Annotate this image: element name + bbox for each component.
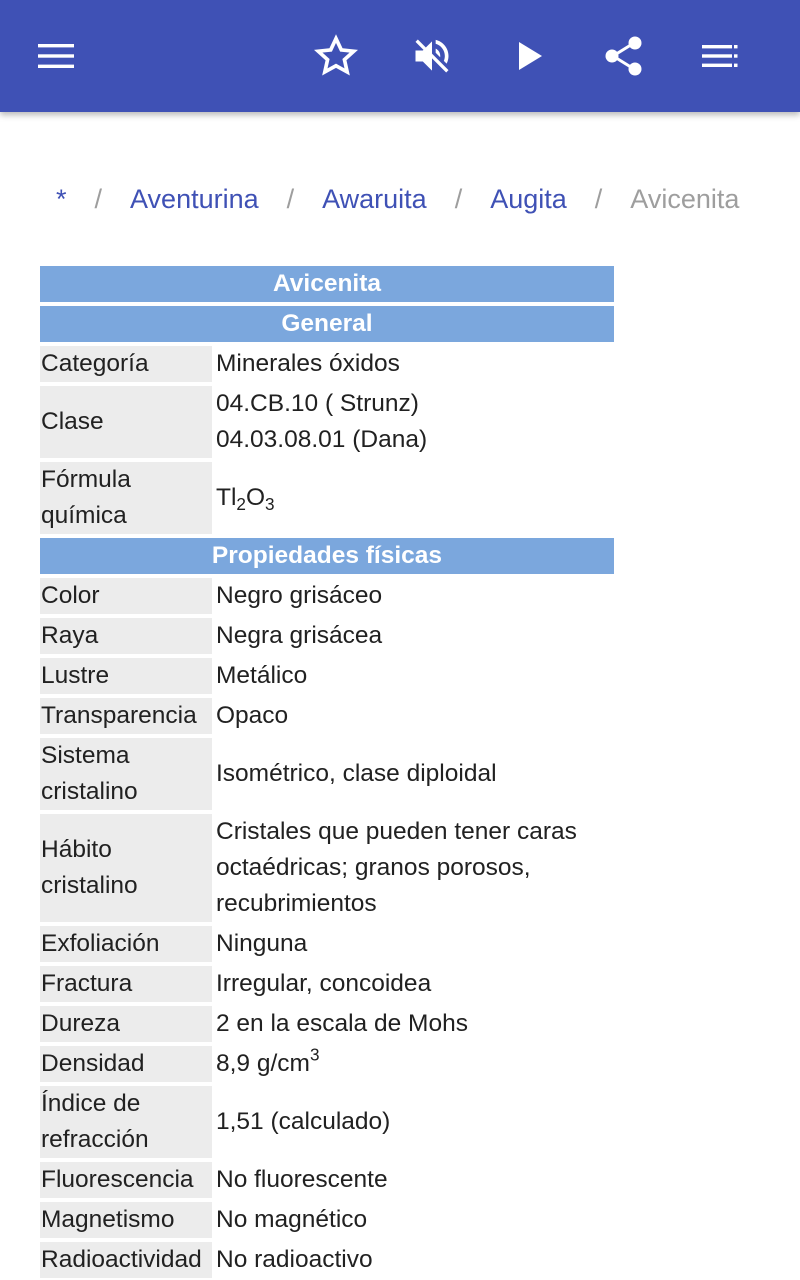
- table-row: Índice de refracción 1,51 (calculado): [40, 1086, 614, 1158]
- breadcrumb: * / Aventurina / Awaruita / Augita / Avi…: [40, 176, 760, 222]
- favorite-button[interactable]: [308, 28, 364, 84]
- table-row: Sistema cristalino Isométrico, clase dip…: [40, 738, 614, 810]
- table-row: Raya Negra grisácea: [40, 618, 614, 654]
- table-row: Dureza 2 en la escala de Mohs: [40, 1006, 614, 1042]
- section-header-row: Propiedades físicas: [40, 538, 614, 574]
- row-label: Fórmula química: [40, 462, 212, 534]
- row-label: Hábito cristalino: [40, 814, 212, 922]
- play-icon: [515, 40, 545, 72]
- row-value: Irregular, concoidea: [216, 970, 432, 997]
- table-row: Categoría Minerales óxidos: [40, 346, 614, 382]
- clase-strunz: 04.CB.10 ( Strunz): [216, 390, 419, 417]
- row-value: No magnético: [216, 1206, 368, 1233]
- table-row: Hábito cristalino Cristales que pueden t…: [40, 814, 614, 922]
- app-bar: [0, 0, 800, 112]
- breadcrumb-separator: /: [454, 183, 463, 214]
- table-row: Lustre Metálico: [40, 658, 614, 694]
- row-label: Clase: [40, 386, 212, 458]
- row-value: 1,51 (calculado): [216, 1108, 391, 1135]
- row-value: Negro grisáceo: [216, 582, 383, 609]
- star-outline-icon: [314, 34, 358, 78]
- row-value: 8,9 g/cm3: [214, 1046, 614, 1082]
- breadcrumb-item-awaruita[interactable]: Awaruita: [322, 184, 427, 215]
- formula-subscript: 2: [236, 494, 246, 515]
- formula-element: Tl: [216, 484, 237, 511]
- section-header-general: General: [40, 306, 614, 342]
- row-label: Exfoliación: [40, 926, 212, 962]
- formula-subscript: 3: [265, 494, 275, 515]
- breadcrumb-separator: /: [594, 183, 603, 214]
- chemical-formula: Tl2O3: [214, 462, 614, 534]
- infobox-title-row: Avicenita: [40, 266, 614, 302]
- formula-element: O: [245, 484, 266, 511]
- table-row: Densidad 8,9 g/cm3: [40, 1046, 614, 1082]
- breadcrumb-item-augita[interactable]: Augita: [490, 184, 567, 215]
- density-unit-exponent: 3: [309, 1044, 320, 1065]
- row-label: Fractura: [40, 966, 212, 1002]
- table-row: Fluorescencia No fluorescente: [40, 1162, 614, 1198]
- table-row: Color Negro grisáceo: [40, 578, 614, 614]
- row-value: Minerales óxidos: [216, 350, 400, 377]
- breadcrumb-separator: /: [286, 183, 295, 214]
- row-label: Transparencia: [40, 698, 212, 734]
- breadcrumb-item-aventurina[interactable]: Aventurina: [130, 184, 259, 215]
- row-label: Sistema cristalino: [40, 738, 212, 810]
- density-value: 8,9 g/cm: [216, 1050, 310, 1077]
- table-row: Clase 04.CB.10 ( Strunz) 04.03.08.01 (Da…: [40, 386, 614, 458]
- list-icon: [700, 41, 740, 71]
- breadcrumb-current: Avicenita: [630, 183, 740, 214]
- section-header-row: General: [40, 306, 614, 342]
- row-value: 04.CB.10 ( Strunz) 04.03.08.01 (Dana): [214, 386, 614, 458]
- hamburger-menu-icon: [36, 41, 76, 71]
- breadcrumb-separator: /: [94, 183, 103, 214]
- volume-off-icon: [410, 34, 454, 78]
- play-button[interactable]: [502, 28, 558, 84]
- share-icon: [602, 34, 646, 78]
- row-label: Raya: [40, 618, 212, 654]
- row-value: No radioactivo: [216, 1246, 373, 1273]
- mute-button[interactable]: [404, 28, 460, 84]
- row-value: No fluorescente: [216, 1166, 388, 1193]
- row-value: Metálico: [216, 662, 308, 689]
- breadcrumb-item-home[interactable]: *: [40, 184, 67, 215]
- table-row: Transparencia Opaco: [40, 698, 614, 734]
- table-row: Fractura Irregular, concoidea: [40, 966, 614, 1002]
- table-row: Radioactividad No radioactivo: [40, 1242, 614, 1278]
- table-row: Exfoliación Ninguna: [40, 926, 614, 962]
- clase-dana: 04.03.08.01 (Dana): [216, 426, 428, 453]
- row-label: Índice de refracción: [40, 1086, 212, 1158]
- mineral-infobox: Avicenita General Categoría Minerales óx…: [38, 262, 616, 1280]
- row-label: Magnetismo: [40, 1202, 212, 1238]
- infobox-title: Avicenita: [40, 266, 614, 302]
- row-label: Lustre: [40, 658, 212, 694]
- row-label: Radioactividad: [40, 1242, 212, 1278]
- table-row: Magnetismo No magnético: [40, 1202, 614, 1238]
- row-value: Negra grisácea: [216, 622, 383, 649]
- section-header-propiedades: Propiedades físicas: [40, 538, 614, 574]
- row-value: Cristales que pueden tener caras octaédr…: [216, 818, 577, 917]
- row-label: Fluorescencia: [40, 1162, 212, 1198]
- contents-button[interactable]: [692, 28, 748, 84]
- row-value: Isométrico, clase diploidal: [216, 760, 497, 787]
- row-value: 2 en la escala de Mohs: [216, 1010, 468, 1037]
- row-label: Densidad: [40, 1046, 212, 1082]
- row-label: Categoría: [40, 346, 212, 382]
- row-label: Color: [40, 578, 212, 614]
- row-value: Opaco: [216, 702, 289, 729]
- row-value: Ninguna: [216, 930, 308, 957]
- table-row: Fórmula química Tl2O3: [40, 462, 614, 534]
- row-label: Dureza: [40, 1006, 212, 1042]
- menu-button[interactable]: [28, 28, 84, 84]
- share-button[interactable]: [596, 28, 652, 84]
